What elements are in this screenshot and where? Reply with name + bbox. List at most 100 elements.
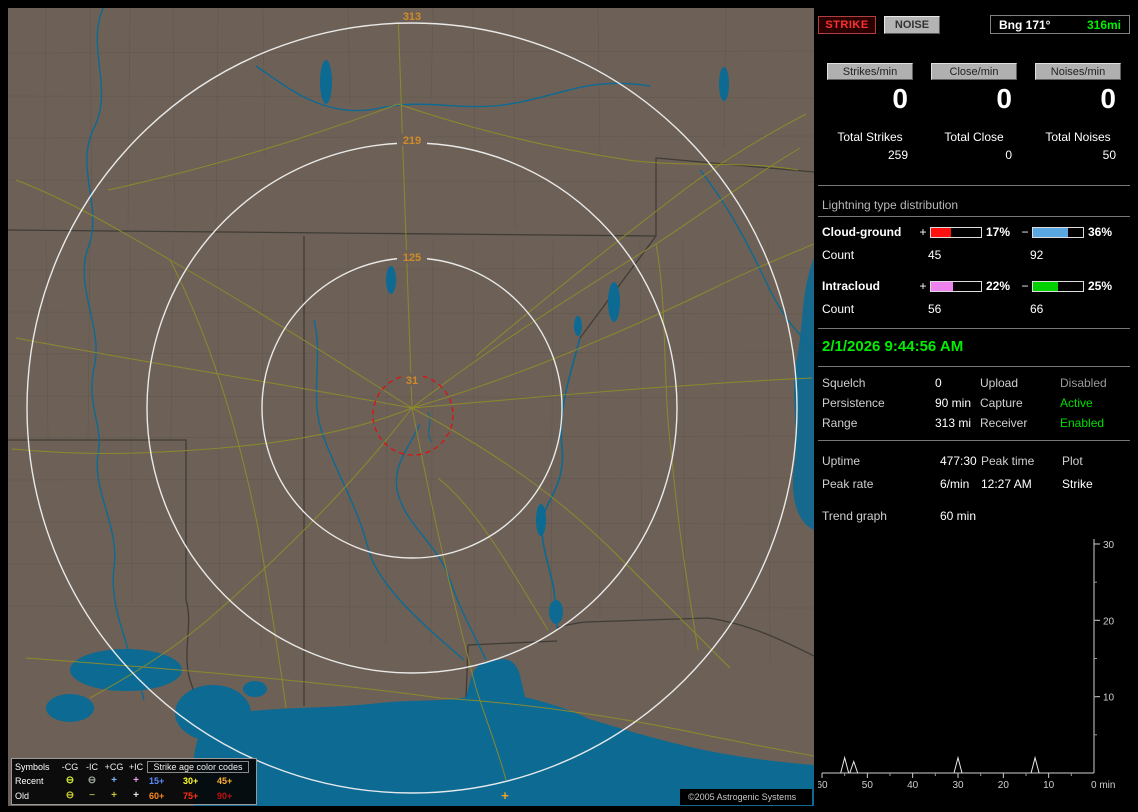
strikes-per-min-value: 0	[892, 83, 908, 114]
range-ring-label-313: 313	[403, 11, 421, 23]
status-panel: STRIKE NOISE Bng 171° 316mi Strikes/min …	[818, 8, 1130, 806]
distribution-title: Lightning type distribution	[822, 198, 959, 212]
rivers	[83, 8, 814, 701]
neg-cg-old-icon: ⊖	[65, 789, 75, 801]
close-per-min-value: 0	[996, 83, 1012, 114]
svg-text:10: 10	[1103, 693, 1115, 704]
receiver-label: Receiver	[980, 416, 1028, 430]
age-90: 90+	[217, 790, 233, 801]
pos-ic-recent-icon: +	[133, 775, 139, 787]
cg-positive-count: 45	[928, 248, 942, 262]
uptime-label: Uptime	[822, 454, 861, 468]
age-60: 60+	[149, 790, 165, 801]
county-borders	[8, 8, 814, 664]
strikes-per-min-button[interactable]: Strikes/min	[827, 63, 913, 80]
legend-col-pos-ic: +IC	[128, 762, 144, 773]
total-close-label: Total Close	[944, 130, 1004, 144]
total-close-value: 0	[1005, 148, 1012, 162]
separator	[818, 366, 1130, 367]
svg-text:60: 60	[818, 780, 828, 791]
close-per-min-button[interactable]: Close/min	[931, 63, 1017, 80]
plus-sign: +	[919, 279, 927, 293]
range-ring-label-125: 125	[403, 252, 421, 264]
capture-label: Capture	[980, 396, 1023, 410]
status-row: Uptime 477:30 Peak time Plot	[818, 454, 1130, 468]
state-borders	[8, 157, 814, 712]
legend-col-neg-ic: -IC	[86, 762, 98, 773]
water-bodies	[46, 60, 814, 806]
separator	[818, 328, 1130, 329]
separator	[818, 185, 1130, 186]
receiver-status: Enabled	[1060, 416, 1105, 430]
range-ring-label-31: 31	[406, 375, 418, 387]
cg-positive-pct: 17%	[986, 225, 1011, 239]
legend-header-row: Symbols -CG -IC +CG +IC Strike age color…	[15, 761, 253, 774]
plot-value: Strike	[1062, 477, 1093, 491]
pos-ic-old-icon: +	[133, 789, 139, 801]
age-15: 15+	[149, 776, 165, 787]
intracloud-count-row: Count 56 66	[818, 302, 1130, 316]
settings-row: Range 313 mi Receiver Enabled	[818, 416, 1130, 430]
neg-cg-recent-icon: ⊖	[65, 775, 75, 787]
svg-text:30: 30	[1103, 540, 1115, 551]
svg-text:10: 10	[1043, 780, 1055, 791]
plot-label: Plot	[1062, 454, 1083, 468]
bearing-range: 316mi	[1086, 17, 1121, 32]
strike-mode-button[interactable]: STRIKE	[818, 16, 876, 34]
total-noises-label: Total Noises	[1045, 130, 1111, 144]
map-view[interactable]: 313 219 125 31 + Symbols -CG -IC +CG +IC…	[8, 8, 814, 806]
cg-positive-fill	[931, 227, 951, 237]
settings-row: Squelch 0 Upload Disabled	[818, 376, 1130, 390]
trend-graph-row: Trend graph 60 min	[818, 509, 1130, 523]
age-75: 75+	[183, 790, 199, 801]
age-45: 45+	[217, 776, 233, 787]
cg-negative-pct: 36%	[1088, 225, 1113, 239]
noises-per-min-button[interactable]: Noises/min	[1035, 63, 1121, 80]
capture-status: Active	[1060, 396, 1093, 410]
legend-col-pos-cg: +CG	[104, 762, 124, 773]
legend-old-label: Old	[15, 790, 30, 801]
svg-text:0 min: 0 min	[1091, 780, 1115, 791]
range-ring-label-219: 219	[403, 135, 421, 147]
settings-row: Persistence 90 min Capture Active	[818, 396, 1130, 410]
count-label: Count	[822, 248, 855, 262]
legend-col-neg-cg: -CG	[61, 762, 79, 773]
map-graphics: 313 219 125 31 +	[8, 8, 814, 806]
total-noises-value: 50	[1102, 148, 1116, 162]
neg-ic-old-icon: −	[89, 789, 95, 801]
legend-old-row: Old ⊖ − + + 60+ 75+ 90+	[15, 789, 253, 802]
cg-negative-bar	[1032, 226, 1084, 238]
legend-recent-label: Recent	[15, 776, 44, 787]
svg-text:40: 40	[907, 780, 919, 791]
totals-values-row: 259 0 50	[818, 148, 1130, 162]
pos-cg-recent-icon: +	[111, 775, 117, 787]
legend-recent-row: Recent ⊖ ⊖ + + 15+ 30+ 45+	[15, 775, 253, 788]
rate-buttons-row: Strikes/min Close/min Noises/min	[818, 63, 1130, 80]
peak-rate-label: Peak rate	[822, 477, 874, 491]
cg-negative-count: 92	[1030, 248, 1044, 262]
copyright-credit: ©2005 Astrogenic Systems	[680, 789, 812, 805]
cloud-ground-count-row: Count 45 92	[818, 248, 1130, 262]
app-window: 313 219 125 31 + Symbols -CG -IC +CG +IC…	[0, 0, 1138, 812]
bearing-display: Bng 171° 316mi	[990, 15, 1130, 34]
map-legend: Symbols -CG -IC +CG +IC Strike age color…	[11, 758, 257, 805]
cg-negative-fill	[1033, 227, 1068, 237]
svg-text:20: 20	[998, 780, 1010, 791]
svg-text:50: 50	[862, 780, 874, 791]
upload-label: Upload	[980, 376, 1019, 390]
noise-mode-button[interactable]: NOISE	[884, 16, 940, 34]
peak-rate-value: 6/min	[940, 477, 970, 491]
pos-cg-old-icon: +	[111, 789, 117, 801]
total-strikes-label: Total Strikes	[837, 130, 903, 144]
rate-values-row: 0 0 0	[818, 84, 1130, 114]
separator	[818, 216, 1130, 217]
cloud-ground-label: Cloud-ground	[822, 225, 902, 239]
ic-negative-fill	[1033, 281, 1058, 291]
bearing-label: Bng 171°	[999, 17, 1051, 32]
intracloud-row: Intracloud + 22% − 25%	[818, 278, 1130, 294]
upload-status: Disabled	[1060, 376, 1107, 390]
legend-symbols-title: Symbols	[15, 762, 50, 773]
status-row: Peak rate 6/min 12:27 AM Strike	[818, 477, 1130, 491]
plus-sign: +	[919, 225, 927, 239]
squelch-label: Squelch	[822, 376, 866, 390]
